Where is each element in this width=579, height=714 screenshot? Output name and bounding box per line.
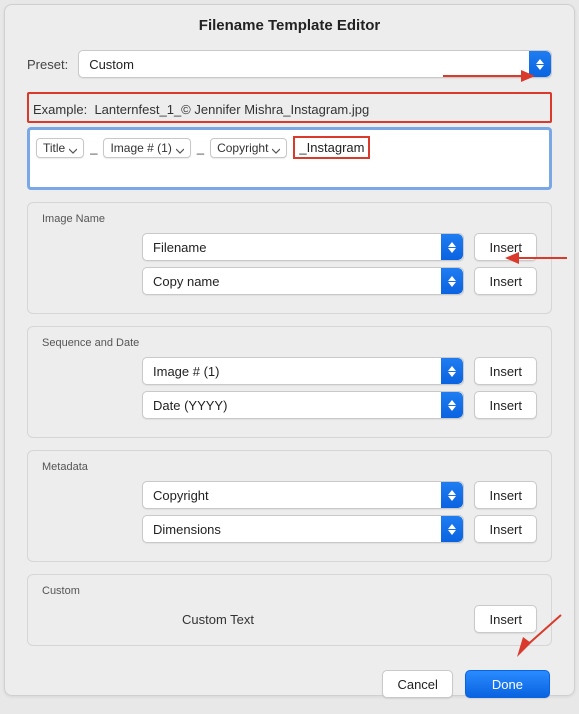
custom-text-label: Custom Text (142, 612, 464, 627)
select-copy-name[interactable]: Copy name (142, 267, 464, 295)
section-title: Sequence and Date (42, 337, 537, 349)
select-label: Dimensions (153, 522, 221, 537)
updown-icon (441, 392, 463, 418)
insert-button-copy-name[interactable]: Insert (474, 267, 537, 295)
preset-label: Preset: (27, 57, 68, 72)
preset-value: Custom (89, 57, 134, 72)
select-label: Copyright (153, 488, 209, 503)
updown-icon (529, 51, 551, 77)
updown-icon (441, 482, 463, 508)
template-token-area[interactable]: Title _ Image # (1) _ Copyright _Instagr… (27, 127, 552, 190)
section-title: Custom (42, 585, 537, 597)
token-image-num[interactable]: Image # (1) (103, 138, 190, 158)
field-row: Dimensions Insert (42, 515, 537, 543)
preset-select[interactable]: Custom (78, 50, 552, 78)
field-row: Date (YYYY) Insert (42, 391, 537, 419)
cancel-button[interactable]: Cancel (382, 670, 452, 698)
example-prefix: Example: (33, 102, 87, 117)
token-copyright[interactable]: Copyright (210, 138, 287, 158)
updown-icon (441, 268, 463, 294)
token-copyright-label: Copyright (217, 141, 268, 155)
separator: _ (195, 140, 206, 155)
chevron-down-icon (176, 144, 184, 152)
example-line: Example: Lanternfest_1_© Jennifer Mishra… (33, 102, 546, 117)
insert-button-date[interactable]: Insert (474, 391, 537, 419)
token-title[interactable]: Title (36, 138, 84, 158)
select-copyright[interactable]: Copyright (142, 481, 464, 509)
token-title-label: Title (43, 141, 65, 155)
select-label: Date (YYYY) (153, 398, 227, 413)
chevron-down-icon (69, 144, 77, 152)
section-metadata: Metadata Copyright Insert Dimensions (27, 450, 552, 562)
insert-button-filename[interactable]: Insert (474, 233, 537, 261)
insert-button-image-num[interactable]: Insert (474, 357, 537, 385)
field-row: Filename Insert (42, 233, 537, 261)
select-label: Filename (153, 240, 206, 255)
token-image-num-label: Image # (1) (110, 141, 171, 155)
section-image-name: Image Name Filename Insert Copy name (27, 202, 552, 314)
custom-row: Custom Text Insert (42, 605, 537, 633)
insert-button-dimensions[interactable]: Insert (474, 515, 537, 543)
dialog-window: Filename Template Editor Preset: Custom … (4, 4, 575, 696)
chevron-down-icon (272, 144, 280, 152)
example-highlight: Example: Lanternfest_1_© Jennifer Mishra… (27, 92, 552, 123)
section-custom: Custom Custom Text Insert (27, 574, 552, 646)
insert-button-custom[interactable]: Insert (474, 605, 537, 633)
dialog-footer: Cancel Done (5, 646, 574, 714)
select-filename[interactable]: Filename (142, 233, 464, 261)
done-button[interactable]: Done (465, 670, 550, 698)
field-row: Image # (1) Insert (42, 357, 537, 385)
insert-button-copyright[interactable]: Insert (474, 481, 537, 509)
select-label: Image # (1) (153, 364, 219, 379)
field-row: Copy name Insert (42, 267, 537, 295)
token-literal-highlight[interactable]: _Instagram (293, 136, 370, 159)
select-image-num[interactable]: Image # (1) (142, 357, 464, 385)
select-dimensions[interactable]: Dimensions (142, 515, 464, 543)
select-date[interactable]: Date (YYYY) (142, 391, 464, 419)
window-title: Filename Template Editor (5, 5, 574, 50)
field-row: Copyright Insert (42, 481, 537, 509)
preset-row: Preset: Custom (27, 50, 552, 78)
select-label: Copy name (153, 274, 219, 289)
section-sequence-date: Sequence and Date Image # (1) Insert Dat… (27, 326, 552, 438)
updown-icon (441, 358, 463, 384)
example-value: Lanternfest_1_© Jennifer Mishra_Instagra… (94, 102, 369, 117)
updown-icon (441, 234, 463, 260)
content-area: Preset: Custom Example: Lanternfest_1_© … (5, 50, 574, 646)
section-title: Metadata (42, 461, 537, 473)
section-title: Image Name (42, 213, 537, 225)
updown-icon (441, 516, 463, 542)
separator: _ (88, 140, 99, 155)
